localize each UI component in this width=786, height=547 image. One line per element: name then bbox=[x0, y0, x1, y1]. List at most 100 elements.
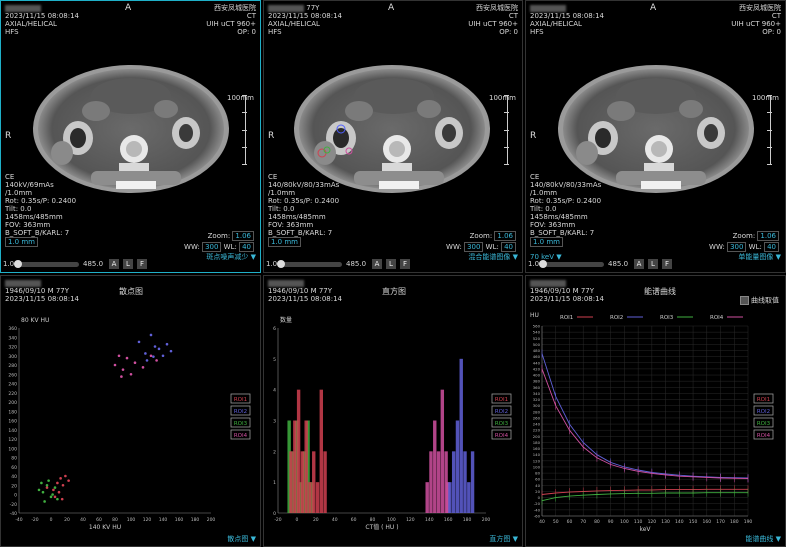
thickness-field[interactable]: 1.0 mm bbox=[530, 237, 563, 247]
y-tick-label: 340 bbox=[8, 335, 17, 341]
scatter-point-roi4 bbox=[133, 361, 137, 364]
slider-handle[interactable] bbox=[539, 260, 547, 268]
histogram-bar-roi4 bbox=[425, 482, 429, 513]
curve-menu[interactable]: 能谱曲线 ▼ bbox=[745, 534, 781, 544]
y-tick-label: 300 bbox=[8, 354, 17, 360]
x-tick-label: 180 bbox=[730, 519, 739, 525]
slider-handle[interactable] bbox=[277, 260, 285, 268]
orientation-top: A bbox=[388, 3, 395, 13]
y-tick-label: 500 bbox=[533, 342, 541, 347]
view-button-f[interactable]: F bbox=[400, 259, 410, 269]
ww-field[interactable]: 300 bbox=[464, 242, 484, 252]
view-button-l[interactable]: L bbox=[648, 259, 658, 269]
y-tick-label: 100 bbox=[8, 446, 17, 452]
view-button-a[interactable]: A bbox=[372, 259, 382, 269]
zoom-field[interactable]: 1.06 bbox=[494, 231, 516, 241]
y-tick-label: 4 bbox=[273, 388, 276, 394]
scatter-point-roi2 bbox=[145, 359, 149, 362]
wl-field[interactable]: 40 bbox=[764, 242, 779, 252]
y-tick-label: 280 bbox=[8, 363, 17, 369]
scatter-point-roi4 bbox=[117, 354, 121, 358]
view-button-f[interactable]: F bbox=[662, 259, 672, 269]
histogram-menu[interactable]: 直方图 ▼ bbox=[489, 534, 518, 544]
y-tick-label: 220 bbox=[533, 428, 541, 433]
ct-view-2[interactable]: A R 77Y 2023/11/15 08:08:14 AXIAL/HELICA… bbox=[263, 0, 523, 273]
histogram-bar-roi1 bbox=[308, 482, 312, 513]
orientation-top: A bbox=[125, 3, 132, 13]
y-tick-label: 100 bbox=[533, 464, 541, 469]
slice-toolbar: 1.0 485.0 A L F bbox=[526, 258, 785, 272]
wl-field[interactable]: 40 bbox=[501, 242, 516, 252]
histogram-bar-roi1 bbox=[293, 420, 297, 513]
y-tick-label: 20 bbox=[11, 483, 17, 489]
x-tick-label: 170 bbox=[716, 519, 725, 525]
view-button-l[interactable]: L bbox=[123, 259, 133, 269]
legend-label-roi1: ROI1 bbox=[234, 397, 247, 403]
x-tick-label: 0 bbox=[295, 517, 298, 523]
scatter-point-roi2 bbox=[169, 349, 173, 353]
scatter-point-roi4 bbox=[141, 366, 145, 369]
legend-label-roi3: ROI3 bbox=[757, 421, 771, 427]
y-tick-label: 2 bbox=[273, 449, 276, 455]
histogram-bar-roi2 bbox=[467, 482, 471, 513]
view-button-l[interactable]: L bbox=[386, 259, 396, 269]
legend-label-roi2: ROI2 bbox=[757, 409, 770, 415]
y-tick-label: 0 bbox=[14, 493, 17, 499]
y-tick-label: 40 bbox=[11, 474, 17, 480]
patient-info: 2023/11/15 08:08:14 AXIAL/HELICAL HFS bbox=[5, 4, 79, 36]
scatter-point-roi1 bbox=[57, 490, 61, 494]
curve-line-roi4 bbox=[541, 368, 749, 480]
histogram-chart: 0123456-20 0 20 40 60 80 100 120 140 160 180 200数量C… bbox=[273, 316, 512, 531]
view-button-a[interactable]: A bbox=[109, 259, 119, 269]
thickness-field[interactable]: 1.0 mm bbox=[5, 237, 38, 247]
scatter-point-roi3 bbox=[45, 483, 49, 487]
histogram-bar-roi2 bbox=[455, 420, 460, 513]
scan-params: CE 140/80kV/80/33mAs/1.0mm Rot: 0.35s/P: 0… bbox=[268, 173, 340, 247]
ct-view-3[interactable]: A R 2023/11/15 08:08:14 AXIAL/HELICAL HF… bbox=[525, 0, 786, 273]
scatter-point-roi1 bbox=[56, 481, 59, 485]
zoom-field[interactable]: 1.06 bbox=[757, 231, 779, 241]
x-tick-label: 60 bbox=[351, 517, 357, 523]
view-button-f[interactable]: F bbox=[137, 259, 147, 269]
ww-field[interactable]: 300 bbox=[202, 242, 222, 252]
legend-label-roi4: ROI4 bbox=[495, 433, 509, 439]
slice-slider[interactable] bbox=[277, 260, 342, 268]
y-tick-label: 400 bbox=[533, 373, 541, 378]
x-tick-label: 200 bbox=[482, 517, 491, 523]
curve-panel: 1946/09/10 M 77Y 2023/11/15 08:08:14 能谱曲… bbox=[525, 275, 786, 547]
zoom-field[interactable]: 1.06 bbox=[232, 231, 254, 241]
y-tick-label: 120 bbox=[533, 458, 541, 463]
slice-slider[interactable] bbox=[14, 260, 79, 268]
scatter-point-roi1 bbox=[52, 488, 55, 492]
x-tick-label: 40 bbox=[80, 517, 86, 523]
thickness-field[interactable]: 1.0 mm bbox=[268, 237, 301, 247]
y-tick-label: 520 bbox=[533, 336, 541, 341]
y-tick-label: 420 bbox=[533, 366, 541, 371]
scatter-menu[interactable]: 散点图 ▼ bbox=[227, 534, 256, 544]
scanner-info: 西安凤城医院 CT UIH uCT 960+ OP: 0 bbox=[468, 4, 518, 36]
redacted-name bbox=[530, 4, 566, 12]
scatter-point-roi2 bbox=[152, 355, 155, 358]
wl-field[interactable]: 40 bbox=[239, 242, 254, 252]
slider-handle[interactable] bbox=[14, 260, 22, 268]
scatter-panel: 1946/09/10 M 77Y 2023/11/15 08:08:14 散点图… bbox=[0, 275, 261, 547]
x-tick-label: 110 bbox=[634, 519, 643, 525]
x-tick-label: -40 bbox=[15, 517, 22, 523]
scatter-point-roi3 bbox=[43, 500, 46, 503]
view-button-a[interactable]: A bbox=[634, 259, 644, 269]
x-tick-label: 140 bbox=[159, 517, 168, 523]
scanner-info: 西安凤城医院 CT UIH uCT 960+ OP: 0 bbox=[731, 4, 781, 36]
y-tick-label: 0 bbox=[538, 495, 541, 500]
ww-field[interactable]: 300 bbox=[727, 242, 747, 252]
histogram-bar-roi4 bbox=[436, 451, 441, 513]
y-tick-label: 160 bbox=[533, 446, 541, 451]
slice-slider[interactable] bbox=[539, 260, 604, 268]
orientation-left: R bbox=[530, 131, 537, 141]
ct-view-1[interactable]: A R 2023/11/15 08:08:14 AXIAL/HELICAL HF… bbox=[0, 0, 261, 273]
histogram-bar-roi2 bbox=[448, 482, 452, 513]
y-tick-label: 3 bbox=[273, 419, 276, 425]
legend-label-roi3: ROI3 bbox=[234, 421, 248, 427]
legend-label-roi3: ROI3 bbox=[495, 421, 509, 427]
histogram-bar-roi1 bbox=[315, 482, 320, 513]
y-tick-label: 60 bbox=[535, 477, 540, 482]
